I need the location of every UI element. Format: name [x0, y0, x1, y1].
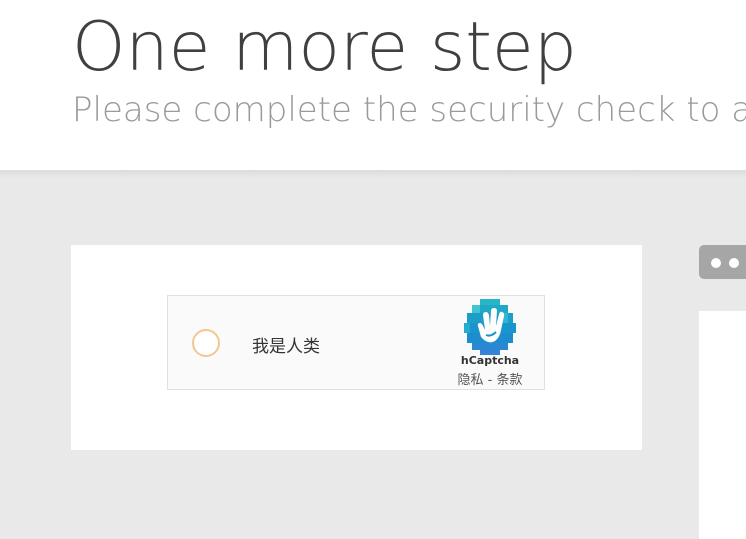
- page-header: One more step Please complete the securi…: [0, 0, 746, 170]
- side-panel: [699, 311, 746, 539]
- page-title: One more step: [72, 8, 577, 87]
- page-subtitle: Please complete the security check to ac…: [72, 90, 746, 130]
- dots-icon: [711, 258, 721, 268]
- header-divider: [0, 170, 746, 178]
- hcaptcha-widget: 我是人类 hCaptcha 隐私 - 条款: [167, 295, 545, 390]
- human-checkbox[interactable]: [192, 329, 220, 357]
- captcha-links: 隐私 - 条款: [438, 369, 542, 388]
- links-separator: -: [483, 373, 497, 388]
- hcaptcha-logo-icon: [464, 299, 516, 355]
- captcha-card: 我是人类 hCaptcha 隐私 - 条款: [71, 245, 642, 450]
- privacy-link[interactable]: 隐私: [458, 373, 484, 388]
- hcaptcha-brand: hCaptcha: [460, 354, 520, 367]
- side-tab[interactable]: [699, 245, 746, 279]
- dots-icon: [729, 258, 739, 268]
- terms-link[interactable]: 条款: [496, 373, 522, 388]
- human-checkbox-label[interactable]: 我是人类: [252, 332, 320, 357]
